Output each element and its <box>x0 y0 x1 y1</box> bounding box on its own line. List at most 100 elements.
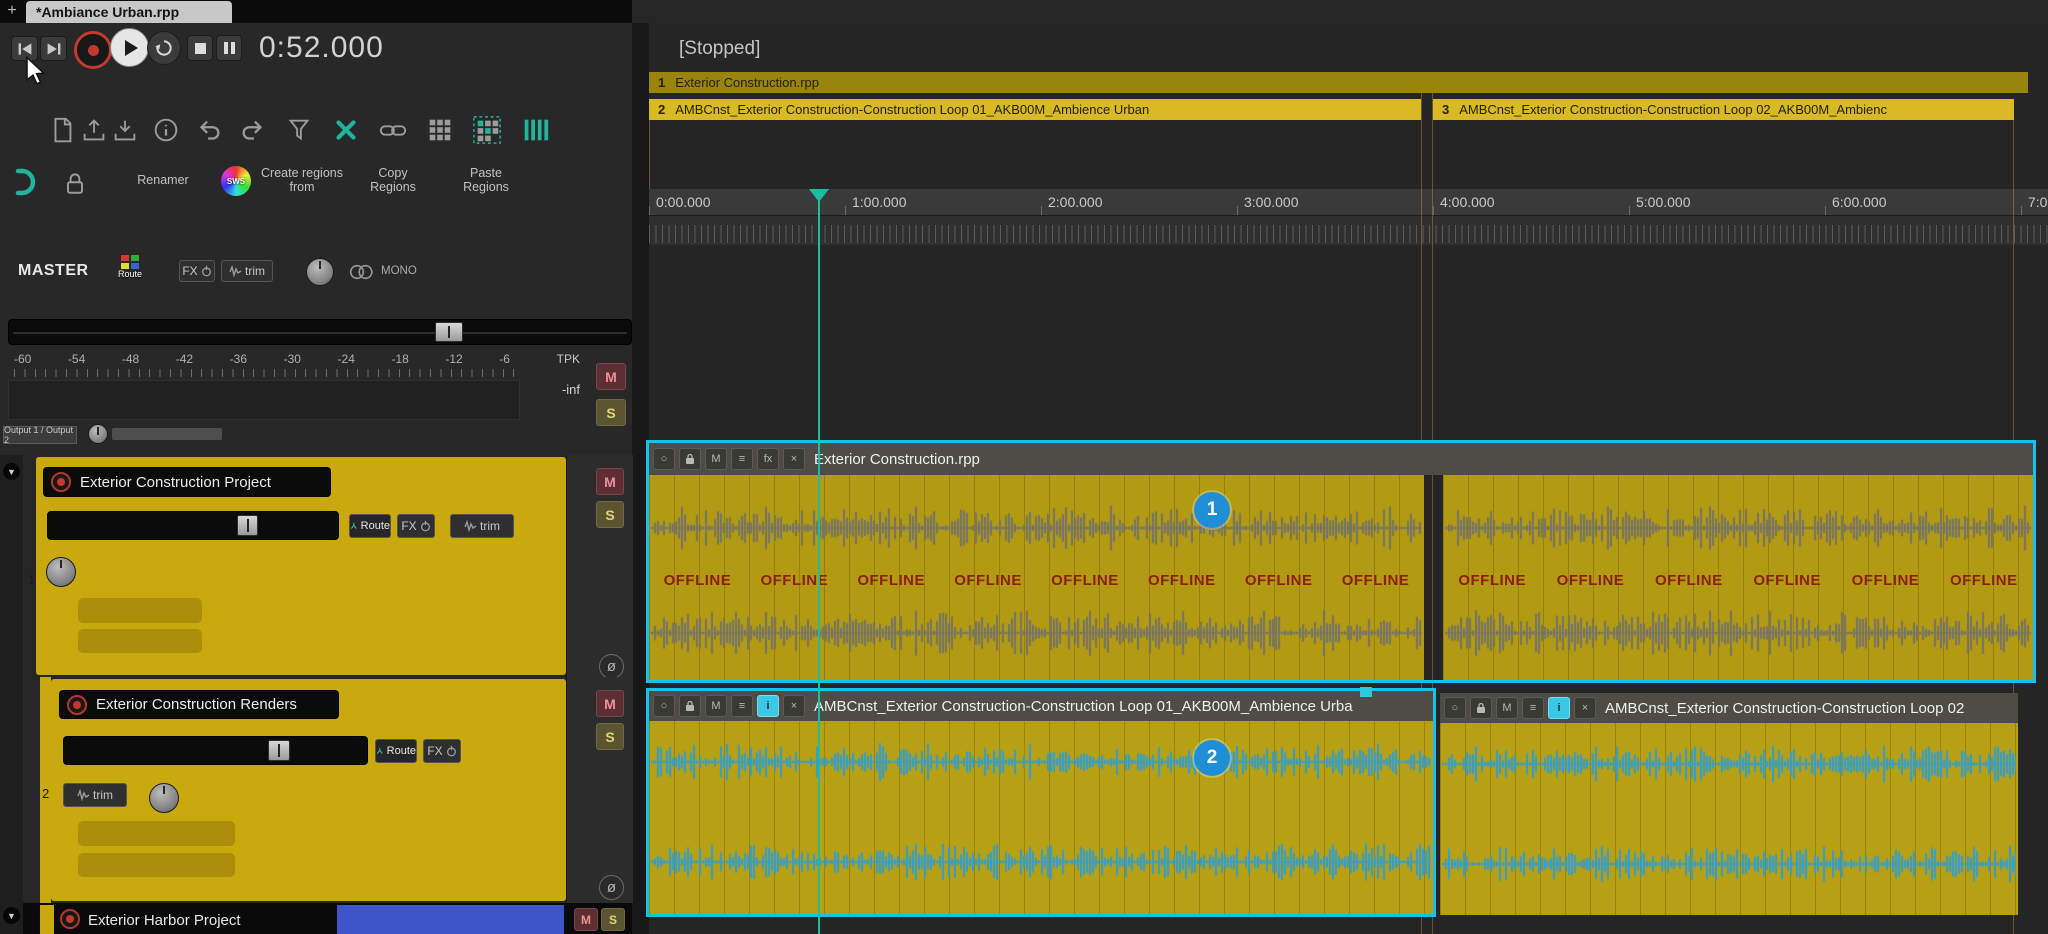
item-mute-icon[interactable]: M <box>705 695 727 717</box>
item-1-header[interactable]: ○ M ≡ fx × Exterior Construction.rpp <box>649 443 2033 475</box>
tick-strip[interactable] <box>649 216 2048 245</box>
track-2-fader[interactable] <box>63 736 368 765</box>
track-1-fader[interactable] <box>47 511 339 540</box>
track-2-solo-button[interactable]: S <box>596 723 624 750</box>
item-lock-icon[interactable] <box>679 695 701 717</box>
item-loop-icon[interactable]: ○ <box>1444 697 1466 719</box>
record-button[interactable] <box>74 31 112 69</box>
time-display[interactable]: 0:52.000 <box>259 31 384 65</box>
item-2-body[interactable] <box>649 721 1433 914</box>
info-icon[interactable] <box>149 113 183 147</box>
track-3-mute-button[interactable]: M <box>574 908 598 931</box>
track-1-slot[interactable] <box>78 598 202 623</box>
track-1-trim-button[interactable]: trim <box>450 514 514 538</box>
track-3-selection[interactable] <box>337 905 564 934</box>
redo-icon[interactable] <box>236 113 270 147</box>
track-1-slot-2[interactable] <box>78 629 202 653</box>
track-2-slot[interactable] <box>78 821 235 846</box>
undo-icon[interactable] <box>192 113 226 147</box>
funnel-icon[interactable] <box>282 113 316 147</box>
track-1-solo-button[interactable]: S <box>596 501 624 528</box>
item-loop-icon[interactable]: ○ <box>653 695 675 717</box>
master-mute-button[interactable]: M <box>596 363 626 390</box>
stop-button[interactable] <box>187 35 213 61</box>
region-3[interactable]: 3 AMBCnst_Exterior Construction-Construc… <box>1433 99 2014 120</box>
output-knob[interactable] <box>88 424 108 444</box>
track-1-fx-button[interactable]: FX <box>397 514 435 538</box>
timeline-ruler[interactable]: 0:00.000 1:00.000 2:00.000 3:00.000 4:00… <box>649 189 2048 216</box>
track-1-phase-button[interactable]: ø <box>599 654 624 679</box>
track-2-trim-button[interactable]: trim <box>63 783 127 807</box>
item-mute-icon[interactable]: M <box>705 448 727 470</box>
marquee-grid-icon[interactable] <box>470 113 504 147</box>
panel-splitter[interactable] <box>632 23 649 934</box>
track-2-fx-button[interactable]: FX <box>423 739 461 763</box>
item-1-body[interactable]: OFFLINEOFFLINEOFFLINEOFFLINEOFFLINEOFFLI… <box>649 475 1424 682</box>
master-fader-handle[interactable] <box>435 322 463 342</box>
item-2-header[interactable]: ○ M ≡ i × AMBCnst_Exterior Construction-… <box>649 691 1433 721</box>
new-tab-button[interactable]: + <box>2 1 22 21</box>
link-icon[interactable] <box>376 113 410 147</box>
repeat-button[interactable] <box>147 31 181 65</box>
create-regions-button[interactable]: Create regions from <box>259 166 345 194</box>
track-2-name[interactable]: Exterior Construction Renders <box>59 690 339 719</box>
item-lock-icon[interactable] <box>1470 697 1492 719</box>
master-route-button[interactable]: Route <box>113 253 147 287</box>
region-2[interactable]: 2 AMBCnst_Exterior Construction-Construc… <box>649 99 1421 120</box>
item-mute-icon[interactable]: M <box>1496 697 1518 719</box>
track-1-mute-button[interactable]: M <box>596 468 624 495</box>
project-tab[interactable]: *Ambiance Urban.rpp <box>26 1 232 23</box>
open-project-icon[interactable] <box>77 113 111 147</box>
item-notes-icon[interactable]: ≡ <box>1522 697 1544 719</box>
lock-icon[interactable] <box>58 167 92 201</box>
record-arm-button[interactable] <box>51 472 71 492</box>
save-project-icon[interactable] <box>108 113 142 147</box>
track-2-mute-button[interactable]: M <box>596 690 624 717</box>
region-1[interactable]: 1 Exterior Construction.rpp <box>649 72 2028 93</box>
paste-regions-button[interactable]: Paste Regions <box>454 166 518 194</box>
item-3-header[interactable]: ○ M ≡ i × AMBCnst_Exterior Construction-… <box>1440 693 2018 723</box>
master-trim-button[interactable]: trim <box>221 260 273 282</box>
item-fx-icon[interactable]: fx <box>757 448 779 470</box>
pause-button[interactable] <box>216 35 242 61</box>
item-notes-icon[interactable]: ≡ <box>731 695 753 717</box>
item-3-body[interactable] <box>1440 723 2018 915</box>
item-info-icon[interactable]: i <box>757 695 779 717</box>
remove-marker-icon[interactable] <box>329 113 363 147</box>
track-3-record-arm-button[interactable] <box>60 909 80 929</box>
item-close-icon[interactable]: × <box>783 695 805 717</box>
track-3-name[interactable]: Exterior Harbor Project <box>88 912 241 929</box>
master-fader[interactable] <box>8 319 632 345</box>
sws-icon[interactable]: SWS <box>221 166 251 196</box>
collapse-tracks-button-2[interactable]: ▼ <box>3 907 20 924</box>
cycle-icon[interactable] <box>10 165 44 199</box>
collapse-tracks-button[interactable]: ▼ <box>3 463 20 480</box>
item-close-icon[interactable]: × <box>783 448 805 470</box>
track-1-route-button[interactable]: Route <box>349 514 391 538</box>
master-pan-knob[interactable] <box>306 258 334 286</box>
item-notes-icon[interactable]: ≡ <box>731 448 753 470</box>
new-project-icon[interactable] <box>45 113 79 147</box>
stretch-marker[interactable] <box>1360 687 1372 697</box>
item-info-icon[interactable]: i <box>1548 697 1570 719</box>
track-2-pan-knob[interactable] <box>149 783 179 813</box>
record-arm-button[interactable] <box>67 695 87 715</box>
item-1-body-2[interactable]: OFFLINEOFFLINEOFFLINEOFFLINEOFFLINEOFFLI… <box>1443 475 2033 682</box>
item-lock-icon[interactable] <box>679 448 701 470</box>
play-button[interactable] <box>110 28 149 67</box>
track-2-phase-button[interactable]: ø <box>599 875 624 900</box>
copy-regions-button[interactable]: Copy Regions <box>361 166 425 194</box>
track-2-slot-2[interactable] <box>78 853 235 877</box>
track-1-name[interactable]: Exterior Construction Project <box>43 467 331 497</box>
mono-icon[interactable] <box>348 264 375 280</box>
master-solo-button[interactable]: S <box>596 399 626 426</box>
track-1-pan-knob[interactable] <box>46 557 76 587</box>
master-fx-button[interactable]: FX <box>179 260 215 282</box>
item-close-icon[interactable]: × <box>1574 697 1596 719</box>
output-selector[interactable]: Output 1 / Output 2 <box>3 426 77 444</box>
item-loop-icon[interactable]: ○ <box>653 448 675 470</box>
track-1-fader-handle[interactable] <box>237 515 258 536</box>
bars-grid-icon[interactable] <box>518 113 552 147</box>
track-2-fader-handle[interactable] <box>268 740 290 761</box>
track-2-route-button[interactable]: Route <box>375 739 417 763</box>
